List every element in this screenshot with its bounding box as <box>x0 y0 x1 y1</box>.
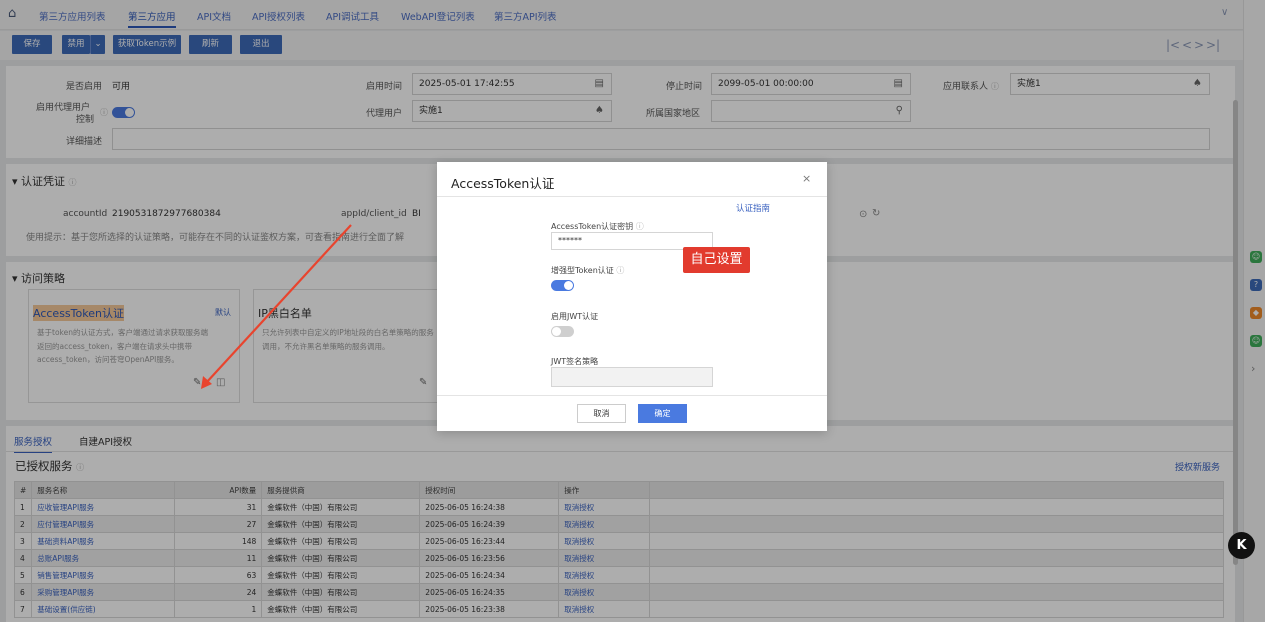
assistant-logo-icon[interactable]: K <box>1228 532 1255 559</box>
annotation-arrow <box>201 224 352 389</box>
